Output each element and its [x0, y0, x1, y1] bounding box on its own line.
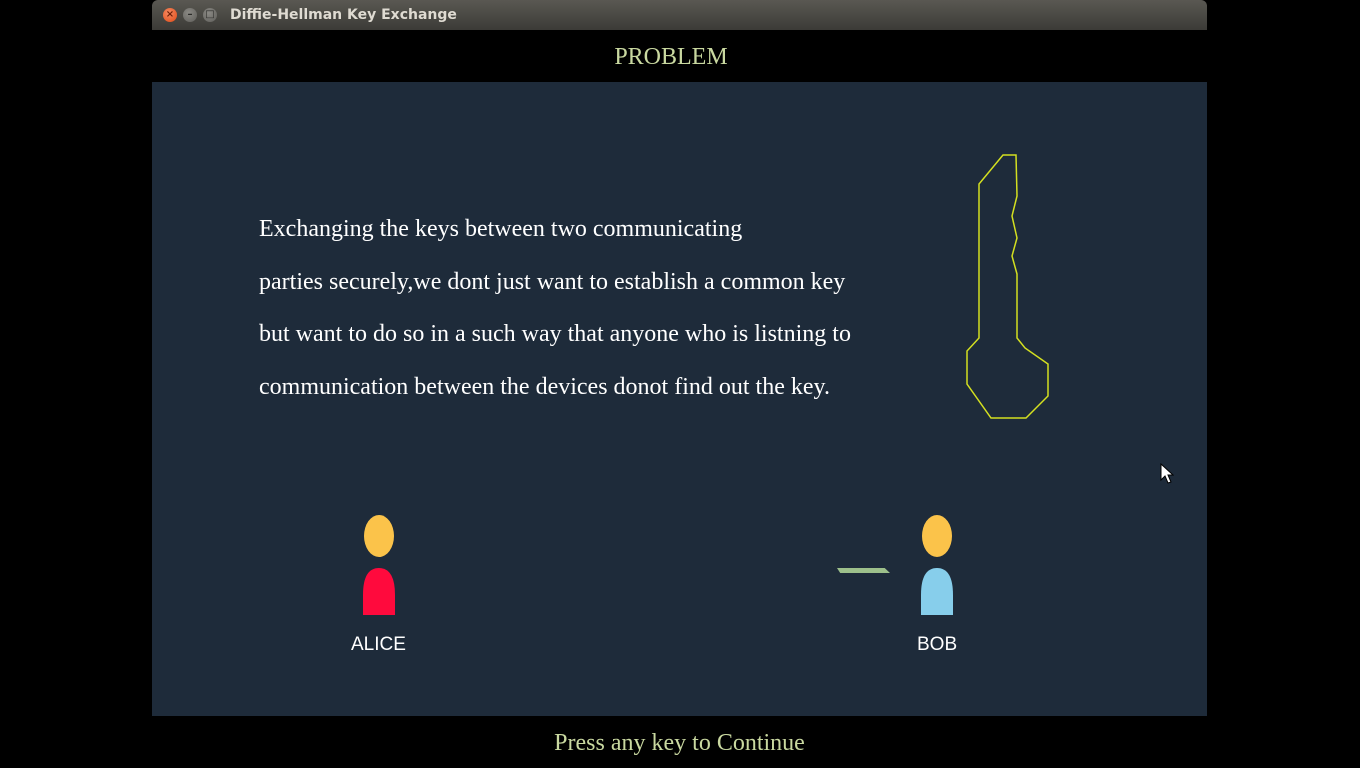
bob-label: BOB	[917, 634, 958, 655]
paragraph-line-3: but want to do so in a such way that any…	[259, 321, 851, 347]
continue-prompt: Press any key to Continue	[554, 729, 805, 756]
key-transfer-bar	[837, 568, 890, 573]
close-button[interactable]: ×	[163, 8, 177, 22]
alice-figure	[363, 515, 395, 615]
minimize-button[interactable]: –	[183, 8, 197, 22]
scene-canvas: Exchanging the keys between two communic…	[152, 82, 1207, 716]
footer-bar: Press any key to Continue	[152, 716, 1207, 768]
mouse-cursor-icon	[1160, 463, 1174, 484]
page-title: PROBLEM	[614, 43, 728, 70]
paragraph-line-2: parties securely,we dont just want to es…	[259, 269, 846, 295]
page-header: PROBLEM	[152, 30, 1207, 82]
paragraph-line-1: Exchanging the keys between two communic…	[259, 216, 743, 242]
title-bar[interactable]: × – □ Diffie-Hellman Key Exchange	[152, 0, 1207, 30]
bob-figure	[921, 515, 953, 615]
app-window: × – □ Diffie-Hellman Key Exchange PROBLE…	[152, 0, 1207, 768]
alice-label: ALICE	[351, 634, 406, 655]
window-title: Diffie-Hellman Key Exchange	[230, 7, 457, 23]
maximize-button[interactable]: □	[203, 8, 217, 22]
key-icon	[966, 154, 1049, 419]
paragraph-line-4: communication between the devices donot …	[259, 374, 830, 400]
